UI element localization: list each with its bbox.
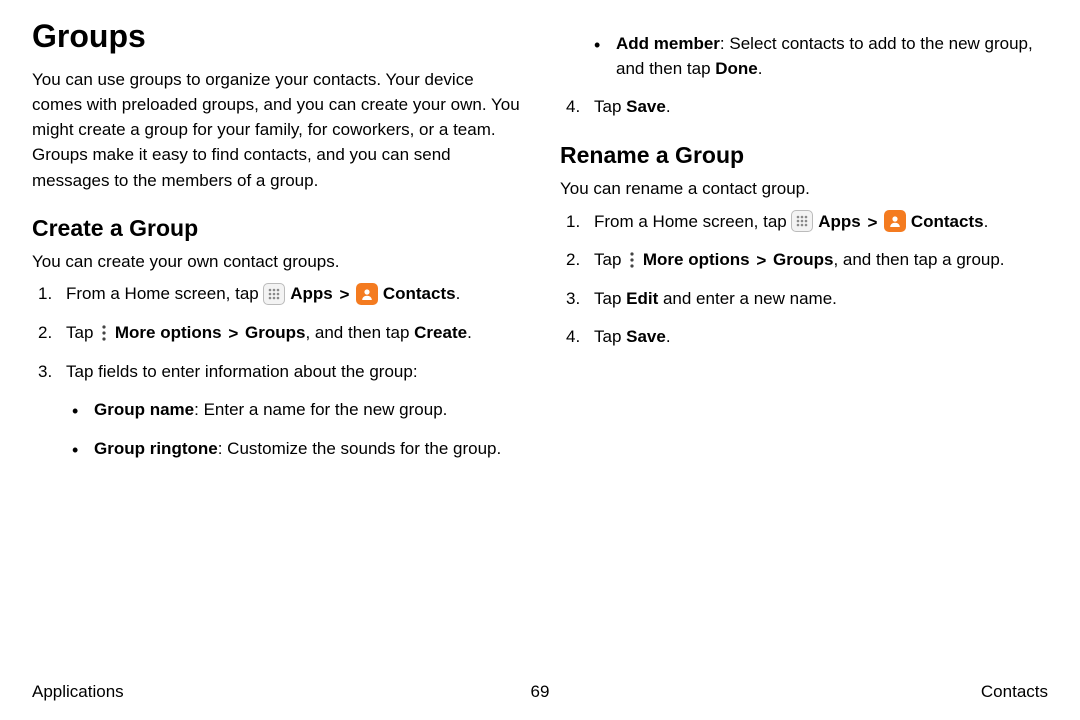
period: . bbox=[666, 97, 671, 116]
bullet-text: : Customize the sounds for the group. bbox=[218, 439, 502, 458]
apps-label: Apps bbox=[290, 284, 333, 303]
create-step-1: From a Home screen, tap Apps > Contacts. bbox=[32, 282, 520, 307]
step-text: Tap bbox=[66, 323, 98, 342]
create-sub-bullets: Group name: Enter a name for the new gro… bbox=[66, 398, 520, 461]
step-text: Tap bbox=[594, 250, 626, 269]
period: . bbox=[758, 59, 763, 78]
groups-label: Groups bbox=[245, 323, 305, 342]
more-options-icon bbox=[98, 323, 110, 343]
step-text: Tap bbox=[594, 289, 626, 308]
create-steps: From a Home screen, tap Apps > Contacts.… bbox=[32, 282, 520, 461]
page-title: Groups bbox=[32, 18, 520, 55]
step-text: , and then tap bbox=[305, 323, 414, 342]
create-heading: Create a Group bbox=[32, 215, 520, 242]
period: . bbox=[456, 284, 461, 303]
save-label: Save bbox=[626, 97, 666, 116]
bullet-text: : Enter a name for the new group. bbox=[194, 400, 447, 419]
create-bullets-continued: Add member: Select contacts to add to th… bbox=[594, 32, 1048, 81]
rename-step-4: Tap Save. bbox=[560, 325, 1048, 350]
bullet-group-ringtone: Group ringtone: Customize the sounds for… bbox=[66, 437, 520, 462]
rename-sub: You can rename a contact group. bbox=[560, 177, 1048, 202]
step-text: From a Home screen, tap bbox=[66, 284, 263, 303]
right-column: Add member: Select contacts to add to th… bbox=[560, 18, 1048, 476]
intro-paragraph: You can use groups to organize your cont… bbox=[32, 67, 520, 193]
more-options-label: More options bbox=[643, 250, 750, 269]
period: . bbox=[666, 327, 671, 346]
bullet-add-member: Add member: Select contacts to add to th… bbox=[594, 32, 1048, 81]
apps-icon bbox=[791, 210, 813, 232]
more-options-label: More options bbox=[115, 323, 222, 342]
step-text: and enter a new name. bbox=[658, 289, 837, 308]
create-sub: You can create your own contact groups. bbox=[32, 250, 520, 275]
chevron-icon: > bbox=[228, 322, 238, 347]
done-label: Done bbox=[715, 59, 758, 78]
chevron-icon: > bbox=[867, 211, 877, 236]
chevron-icon: > bbox=[339, 283, 349, 308]
more-options-icon bbox=[626, 250, 638, 270]
apps-icon bbox=[263, 283, 285, 305]
page-footer: Applications 69 Contacts bbox=[32, 682, 1048, 702]
chevron-icon: > bbox=[756, 249, 766, 274]
rename-heading: Rename a Group bbox=[560, 142, 1048, 169]
create-step-2: Tap More options > Groups, and then tap … bbox=[32, 321, 520, 346]
contacts-label: Contacts bbox=[911, 212, 984, 231]
period: . bbox=[467, 323, 472, 342]
apps-label: Apps bbox=[818, 212, 861, 231]
step-text: From a Home screen, tap bbox=[594, 212, 791, 231]
rename-step-2: Tap More options > Groups, and then tap … bbox=[560, 248, 1048, 273]
bullet-label: Add member bbox=[616, 34, 720, 53]
groups-label: Groups bbox=[773, 250, 833, 269]
footer-right: Contacts bbox=[981, 682, 1048, 702]
rename-step-3: Tap Edit and enter a new name. bbox=[560, 287, 1048, 312]
edit-label: Edit bbox=[626, 289, 658, 308]
contacts-icon bbox=[356, 283, 378, 305]
contacts-label: Contacts bbox=[383, 284, 456, 303]
bullet-group-name: Group name: Enter a name for the new gro… bbox=[66, 398, 520, 423]
create-steps-continued: Tap Save. bbox=[560, 95, 1048, 120]
period: . bbox=[984, 212, 989, 231]
footer-page-number: 69 bbox=[531, 682, 550, 702]
create-step-3: Tap fields to enter information about th… bbox=[32, 360, 520, 462]
save-label: Save bbox=[626, 327, 666, 346]
rename-step-1: From a Home screen, tap Apps > Contacts. bbox=[560, 210, 1048, 235]
step-text: , and then tap a group. bbox=[833, 250, 1004, 269]
rename-steps: From a Home screen, tap Apps > Contacts.… bbox=[560, 210, 1048, 351]
create-label: Create bbox=[414, 323, 467, 342]
step-text: Tap bbox=[594, 97, 626, 116]
create-step-4: Tap Save. bbox=[560, 95, 1048, 120]
footer-left: Applications bbox=[32, 682, 124, 702]
bullet-label: Group ringtone bbox=[94, 439, 218, 458]
left-column: Groups You can use groups to organize yo… bbox=[32, 18, 520, 476]
bullet-label: Group name bbox=[94, 400, 194, 419]
step-text: Tap fields to enter information about th… bbox=[66, 362, 418, 381]
contacts-icon bbox=[884, 210, 906, 232]
step-text: Tap bbox=[594, 327, 626, 346]
